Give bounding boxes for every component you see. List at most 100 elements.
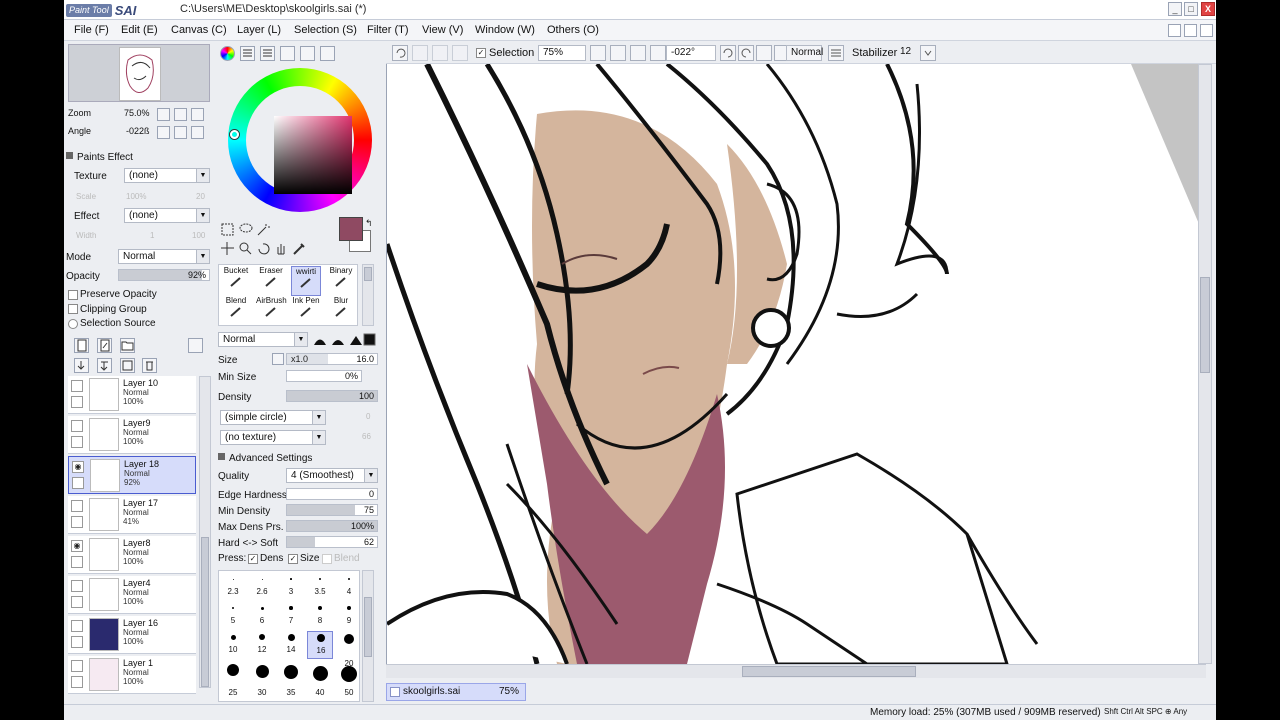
brush-shape-select[interactable]: (simple circle) ▼	[220, 410, 326, 425]
new-layer-button[interactable]	[74, 338, 89, 353]
brush-size-cell[interactable]: 2.3	[220, 573, 246, 601]
press-blend-checkbox[interactable]	[322, 554, 332, 564]
menu-window[interactable]: Window (W)	[475, 24, 535, 36]
hand-tool[interactable]	[274, 241, 289, 256]
visibility-toggle[interactable]	[71, 500, 83, 512]
scratchpad-button[interactable]	[320, 46, 335, 61]
tool-blend[interactable]: Blend	[221, 296, 251, 326]
pen-lock-icon[interactable]	[71, 516, 83, 528]
color-wheel[interactable]	[228, 68, 372, 212]
pen-lock-icon[interactable]	[72, 477, 84, 489]
canvas-vertical-scrollbar[interactable]	[1198, 64, 1212, 664]
menu-others[interactable]: Others (O)	[547, 24, 599, 36]
rotate-right-button[interactable]	[174, 126, 187, 139]
density-slider[interactable]: 100	[286, 390, 378, 402]
new-folder-button[interactable]	[120, 338, 135, 353]
rotate-tool[interactable]	[256, 241, 271, 256]
menu-layer[interactable]: Layer (L)	[237, 24, 281, 36]
selection-source-checkbox[interactable]	[68, 319, 78, 329]
zoom-in-canvas-button[interactable]	[610, 45, 626, 61]
brush-size-cell[interactable]: 8	[307, 602, 333, 630]
effect-select[interactable]: (none) ▼	[124, 208, 210, 223]
canvas-blend-select[interactable]: Normal	[786, 45, 823, 61]
layer-row[interactable]: ◉ Layer8 Normal 100%	[68, 536, 196, 574]
magic-wand-tool[interactable]	[256, 222, 271, 237]
brush-size-cell[interactable]: 25	[220, 660, 246, 697]
brush-blend-select[interactable]: Normal ▼	[218, 332, 308, 347]
size-multiplier-button[interactable]	[272, 353, 284, 365]
layer-list-scrollbar[interactable]	[199, 376, 211, 688]
preserve-opacity-checkbox[interactable]	[68, 290, 78, 300]
zoom-in-button[interactable]	[174, 108, 187, 121]
rotate-left-button[interactable]	[157, 126, 170, 139]
brush-size-cell[interactable]: 35	[278, 660, 304, 697]
zoom-out-button[interactable]	[157, 108, 170, 121]
brush-size-cell[interactable]: 3	[278, 573, 304, 601]
brush-size-cell[interactable]: 7	[278, 602, 304, 630]
zoom-tool[interactable]	[238, 241, 253, 256]
visibility-toggle[interactable]	[71, 580, 83, 592]
layer-row[interactable]: Layer4 Normal 100%	[68, 576, 196, 614]
size-grid-scrollbar[interactable]	[362, 570, 374, 702]
brush-texture-select[interactable]: (no texture) ▼	[220, 430, 326, 445]
pen-lock-icon[interactable]	[71, 636, 83, 648]
navigator-preview[interactable]	[68, 44, 210, 102]
canvas-vscroll-thumb[interactable]	[1200, 277, 1210, 373]
color-wheel-toggle-button[interactable]	[220, 46, 235, 61]
press-size-checkbox[interactable]: ✓	[288, 554, 298, 564]
pen-lock-icon[interactable]	[71, 396, 83, 408]
deselect-button[interactable]	[432, 45, 448, 61]
layer-row[interactable]: Layer 10 Normal 100%	[68, 376, 196, 414]
rotate-reset-button[interactable]	[191, 126, 204, 139]
visibility-toggle[interactable]	[71, 620, 83, 632]
canvas-zoom-select[interactable]: 75%	[538, 45, 586, 61]
size-slider[interactable]: x1.0 16.0	[286, 353, 378, 365]
clipping-group-checkbox[interactable]	[68, 304, 78, 314]
canvas-hscroll-thumb[interactable]	[742, 666, 916, 677]
brush-size-cell[interactable]: 4	[336, 573, 362, 601]
canvas-horizontal-scrollbar[interactable]	[386, 664, 1206, 678]
opacity-slider[interactable]: 92%	[118, 269, 210, 281]
tool-bucket[interactable]: Bucket	[221, 266, 251, 296]
layer-mode-select[interactable]: Normal ▼	[118, 249, 210, 264]
menu-canvas[interactable]: Canvas (C)	[171, 24, 227, 36]
pen-lock-icon[interactable]	[71, 556, 83, 568]
redo-button[interactable]	[412, 45, 428, 61]
layer-row[interactable]: Layer 16 Normal 100%	[68, 616, 196, 654]
layer-extra-button[interactable]	[188, 338, 203, 353]
mdi-restore-button[interactable]	[1184, 24, 1197, 37]
zoom-fit-button[interactable]	[630, 45, 646, 61]
blend-options-button[interactable]	[828, 45, 844, 61]
pen-lock-icon[interactable]	[71, 596, 83, 608]
hsv-sliders-button[interactable]	[260, 46, 275, 61]
close-button[interactable]: X	[1201, 2, 1215, 16]
selection-visible-checkbox[interactable]: ✓	[476, 48, 486, 58]
brush-size-cell[interactable]: 50	[336, 660, 362, 697]
hue-ring-marker[interactable]	[230, 130, 239, 139]
tool-grid-scrollbar[interactable]	[362, 264, 374, 326]
new-linework-layer-button[interactable]	[97, 338, 112, 353]
brush-size-cell[interactable]: 30	[249, 660, 275, 697]
file-tab[interactable]: skoolgirls.sai 75%	[386, 683, 526, 701]
min-size-slider[interactable]: 0%	[286, 370, 362, 382]
move-tool[interactable]	[220, 241, 235, 256]
saturation-value-square[interactable]	[274, 116, 352, 194]
tool-ink-pen[interactable]: Ink Pen	[291, 296, 321, 326]
press-dens-checkbox[interactable]: ✓	[248, 554, 258, 564]
mdi-minimize-button[interactable]	[1168, 24, 1181, 37]
min-density-slider[interactable]: 75	[286, 504, 378, 516]
eye-icon[interactable]: ◉	[72, 461, 84, 473]
size-grid-scroll-thumb[interactable]	[364, 597, 372, 657]
rotate-cw-button[interactable]	[738, 45, 754, 61]
menu-selection[interactable]: Selection (S)	[294, 24, 357, 36]
color-swatches-button[interactable]	[280, 46, 295, 61]
brush-size-cell[interactable]: 16	[307, 631, 333, 659]
undo-button[interactable]	[392, 45, 408, 61]
brush-size-cell[interactable]: 2.6	[249, 573, 275, 601]
brush-size-cell[interactable]: 3.5	[307, 573, 333, 601]
invert-selection-button[interactable]	[452, 45, 468, 61]
rotate-ccw-button[interactable]	[720, 45, 736, 61]
brush-size-cell[interactable]: 40	[307, 660, 333, 697]
lasso-tool[interactable]	[238, 222, 253, 237]
merge-down-button[interactable]	[97, 358, 112, 373]
